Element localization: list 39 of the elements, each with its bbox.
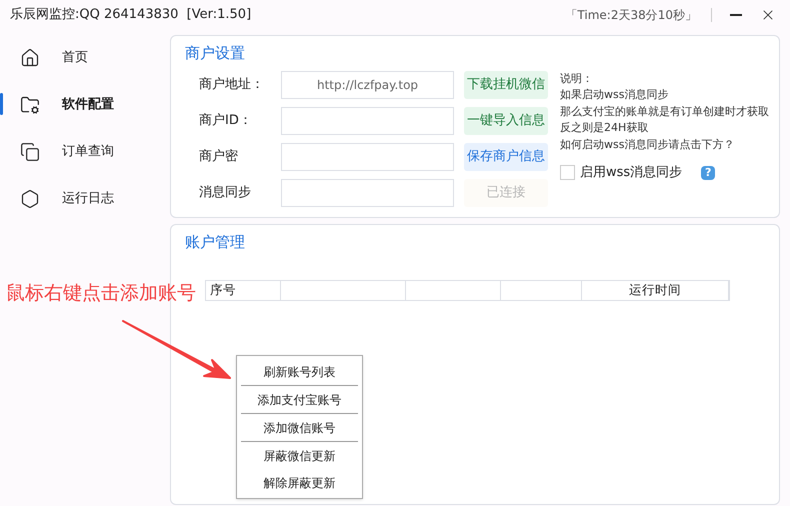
note-text: 反之则是24H获取 — [560, 120, 650, 136]
window-title: 乐辰网监控:QQ 264143830 [Ver:1.50] — [10, 6, 252, 24]
menu-item[interactable]: 刷新账号列表 — [241, 358, 358, 385]
sidebar-item[interactable]: 运行日志 — [0, 175, 170, 222]
menu-item[interactable]: 解除屏蔽更新 — [241, 469, 358, 496]
input-field[interactable] — [281, 178, 454, 206]
folder-gear-icon — [20, 94, 40, 114]
action-button[interactable]: 保存商户信息 — [464, 142, 548, 170]
sidebar-item[interactable]: 首页 — [0, 34, 170, 81]
minimize-icon — [730, 14, 742, 16]
annotation-text: 鼠标右键点击添加账号 — [6, 281, 196, 306]
field-label: 商户地址： — [199, 76, 265, 94]
field-label: 商户密 — [199, 148, 239, 166]
note-text: 如果启动wss消息同步 — [560, 87, 670, 103]
section-title: 商户设置 — [185, 43, 246, 64]
note-text: 如何启动wss消息同步请点击下方？ — [560, 136, 736, 152]
menu-item[interactable]: 添加支付宝账号 — [241, 386, 358, 413]
copy-icon — [20, 142, 40, 162]
checkbox-label: 启用wss消息同步 — [580, 164, 682, 182]
column-header: 运行时间 — [582, 280, 729, 300]
note-text: 说明： — [560, 70, 594, 86]
column-header: 序号 — [206, 280, 281, 300]
input-field[interactable]: http://lczfpay.top — [281, 70, 454, 98]
checkbox[interactable] — [560, 165, 575, 180]
menu-item[interactable]: 屏蔽微信更新 — [241, 442, 358, 469]
section-title: 账户管理 — [185, 232, 246, 253]
hexagon-icon — [20, 188, 40, 208]
input-field[interactable] — [281, 142, 454, 170]
input-field[interactable] — [281, 106, 454, 134]
action-button[interactable]: 下载挂机微信 — [464, 70, 548, 98]
sidebar-item[interactable]: 订单查询 — [0, 128, 170, 175]
home-icon — [20, 48, 40, 68]
menu-item[interactable]: 添加微信账号 — [241, 414, 358, 441]
action-button[interactable]: 一键导入信息 — [464, 106, 548, 134]
field-label: 商户ID： — [199, 112, 253, 130]
sidebar-item[interactable]: 软件配置 — [0, 81, 170, 128]
field-label: 消息同步 — [199, 184, 252, 202]
uptime-text: 「Time:2天38分10秒」 — [565, 7, 697, 24]
arrow-icon — [120, 318, 232, 382]
